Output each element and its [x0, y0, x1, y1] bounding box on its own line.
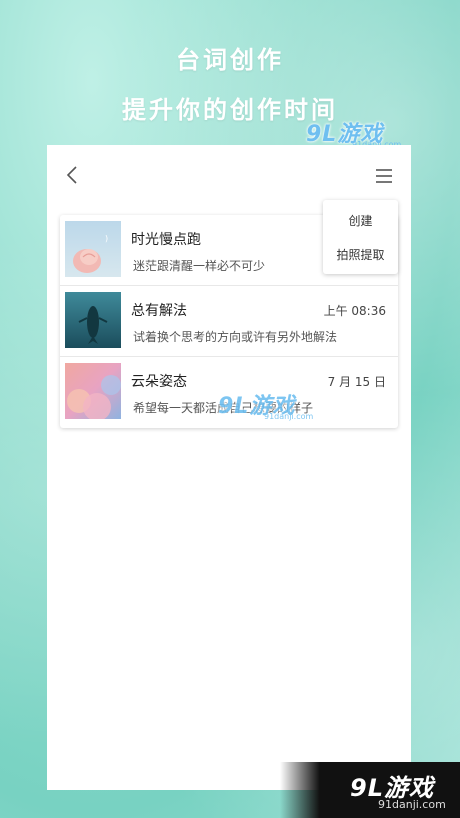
entry-title: 总有解法	[131, 303, 187, 319]
entry-title: 云朵姿态	[131, 374, 187, 390]
entry-desc: 试着换个思考的方向或许有另外地解法	[133, 330, 338, 344]
app-screen: ) 时光慢点跑 迷茫跟清醒一样必不可少 总有解法 试着换个思考的方向或许有另外地…	[47, 145, 411, 790]
chevron-left-icon	[66, 166, 77, 184]
watermark-logo: 9L游戏 91danji.com	[218, 388, 323, 422]
top-bar	[47, 145, 411, 205]
dropdown-menu: 创建 拍照提取	[323, 200, 398, 274]
watermark-url: 91danji.com	[264, 412, 314, 421]
svg-text:): )	[105, 234, 108, 243]
list-item[interactable]: 总有解法 试着换个思考的方向或许有另外地解法 上午 08:36	[60, 286, 398, 357]
entry-title: 时光慢点跑	[131, 232, 201, 248]
footer-badge: 9L游戏 91danji.com	[280, 762, 460, 818]
menu-item-photo-extract[interactable]: 拍照提取	[323, 246, 398, 263]
pink-clouds-image	[65, 363, 121, 419]
menu-item-create[interactable]: 创建	[323, 212, 398, 229]
menu-button[interactable]	[373, 165, 395, 187]
whale-underwater-image	[65, 292, 121, 348]
footer-url: 91danji.com	[378, 798, 446, 811]
pink-rose-image: )	[65, 221, 121, 277]
entry-time: 7 月 15 日	[327, 375, 386, 389]
back-button[interactable]	[61, 163, 85, 187]
promo-title: 台词创作	[176, 46, 284, 74]
entry-time: 上午 08:36	[323, 304, 386, 318]
hamburger-menu-icon	[376, 169, 392, 183]
entry-desc: 迷茫跟清醒一样必不可少	[133, 259, 266, 273]
